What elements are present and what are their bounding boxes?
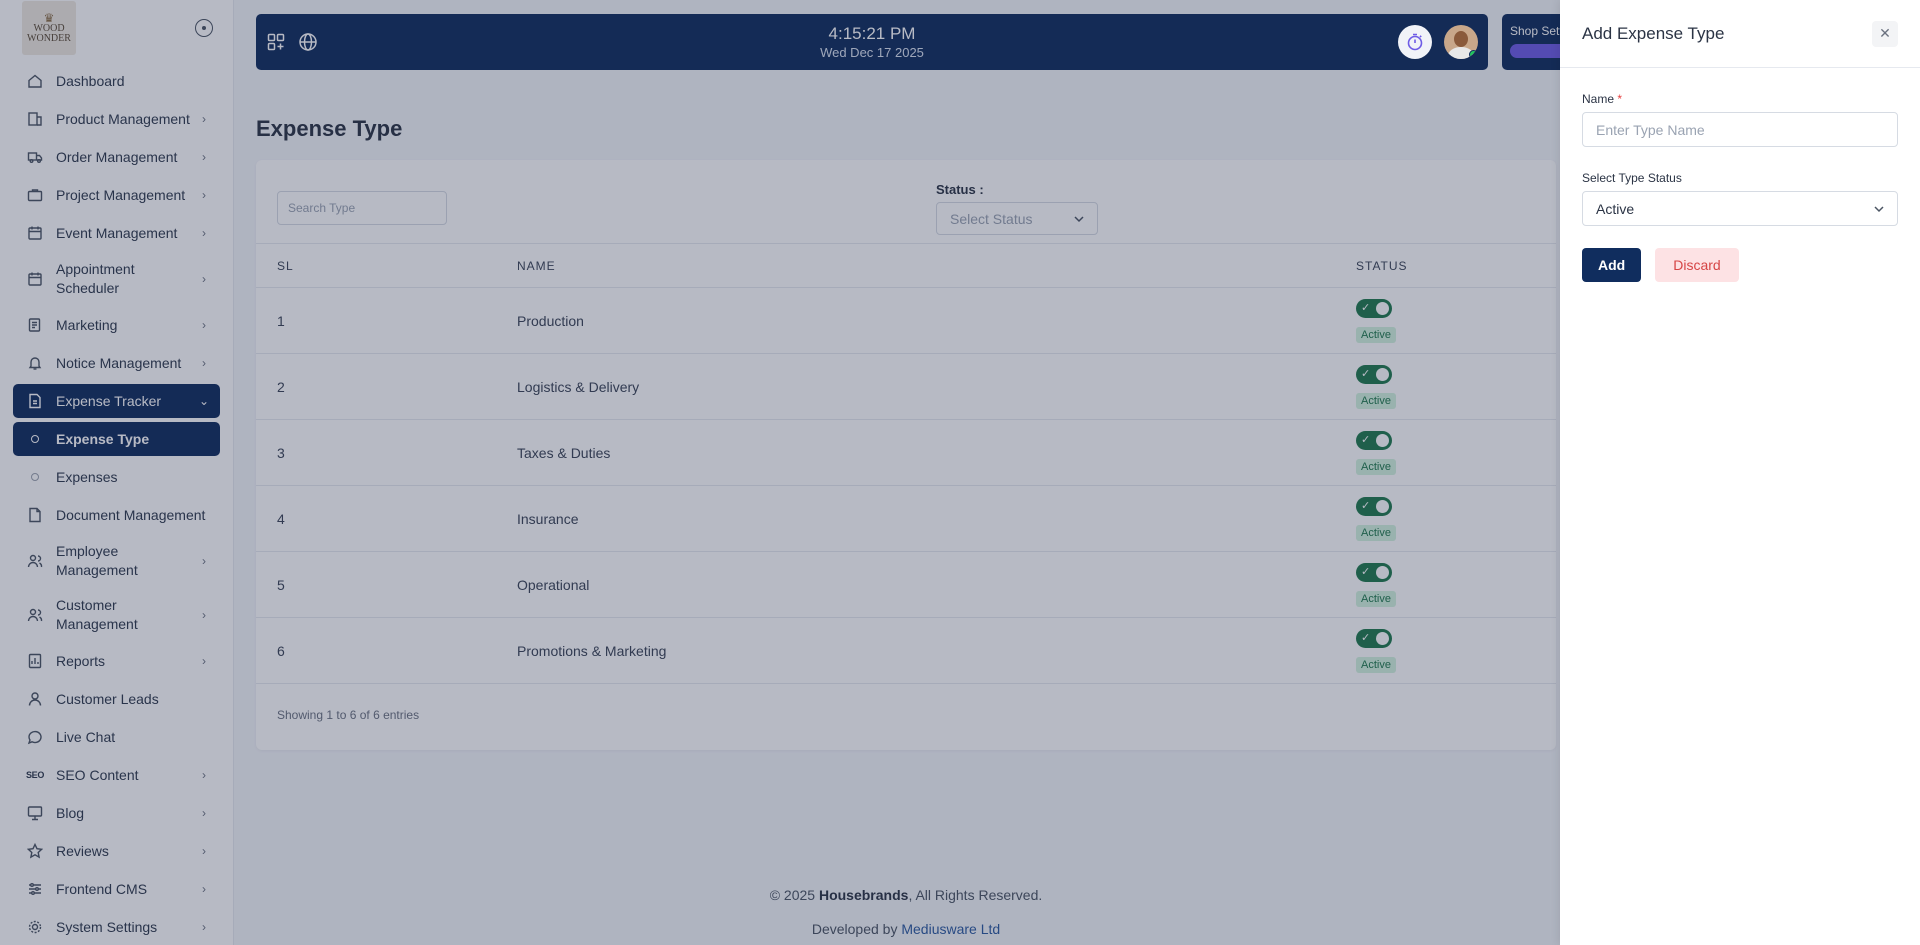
name-field-label: Name *: [1582, 92, 1898, 106]
drawer-actions: Add Discard: [1582, 248, 1898, 282]
drawer-title: Add Expense Type: [1582, 23, 1725, 43]
chevron-down-icon: [1874, 205, 1884, 212]
avatar-face: [1454, 31, 1468, 47]
type-name-input[interactable]: [1582, 112, 1898, 147]
discard-button[interactable]: Discard: [1655, 248, 1739, 282]
topbar-right-actions: [1398, 25, 1478, 59]
required-mark: *: [1617, 92, 1623, 106]
close-icon: ✕: [1879, 25, 1891, 41]
drawer-header: Add Expense Type ✕: [1560, 0, 1920, 68]
close-button[interactable]: ✕: [1872, 20, 1898, 47]
type-status-value: Active: [1596, 200, 1635, 217]
add-expense-type-drawer: Add Expense Type ✕ Name * Select Type St…: [1560, 0, 1920, 945]
stopwatch-icon[interactable]: [1398, 25, 1432, 59]
name-label-text: Name: [1582, 92, 1615, 106]
type-status-label: Select Type Status: [1582, 171, 1682, 185]
online-status-indicator: [1469, 50, 1478, 59]
type-status-select[interactable]: Active: [1582, 191, 1898, 226]
user-avatar[interactable]: [1444, 25, 1478, 59]
drawer-body: Name * Select Type Status Active Add Dis…: [1560, 68, 1920, 282]
add-button[interactable]: Add: [1582, 248, 1642, 282]
